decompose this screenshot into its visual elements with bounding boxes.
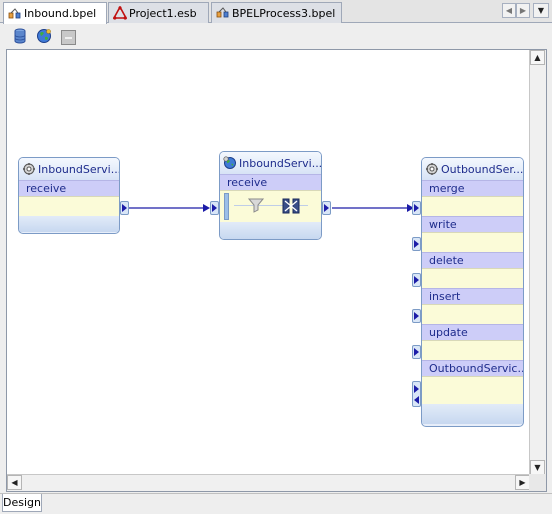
arrow-right-icon: [414, 204, 419, 212]
node-header: OutboundSer...: [422, 158, 523, 180]
rule-selector-bar[interactable]: [224, 193, 229, 220]
operation-body: [422, 304, 523, 324]
tab-inbound-bpel[interactable]: Inbound.bpel: [3, 2, 107, 24]
arrow-right-icon: [414, 276, 419, 284]
tab-label: Inbound.bpel: [24, 7, 97, 20]
arrow-right-icon: [212, 204, 217, 212]
scroll-up-button[interactable]: ▲: [530, 50, 545, 65]
scroll-tabs-left-button[interactable]: ◀: [502, 3, 516, 18]
diagram-canvas[interactable]: InboundServi... receive InboundServi... …: [7, 50, 530, 475]
database-button[interactable]: [11, 28, 29, 46]
transformation-icon[interactable]: [282, 197, 300, 218]
scroll-tabs-right-button[interactable]: ▶: [516, 3, 530, 18]
operation-update[interactable]: update: [422, 324, 523, 340]
node-header: InboundServi...: [19, 158, 119, 180]
operation-body: [422, 268, 523, 288]
scrollbar-corner: [529, 474, 546, 491]
operation-body: [422, 340, 523, 360]
esb-editor-window: Inbound.bpel Project1.esb BPELProcess3.b…: [0, 0, 552, 514]
diagram-toolbar: [0, 24, 552, 49]
bpel-process-icon: [8, 7, 22, 21]
tab-navigation: ◀ ▶ ▼: [502, 3, 549, 18]
arrow-right-icon: [414, 312, 419, 320]
node-footer: [422, 404, 523, 424]
database-icon: [13, 28, 27, 47]
arrow-right-icon: [324, 204, 329, 212]
operation-body: [19, 196, 119, 216]
routing-service-node[interactable]: InboundServi... receive: [219, 151, 322, 240]
operation-outbound-service[interactable]: OutboundServic...: [422, 360, 523, 376]
arrow-right-icon: [414, 240, 419, 248]
web-service-button[interactable]: [35, 28, 53, 46]
vertical-scrollbar[interactable]: ▲ ▼: [529, 50, 546, 475]
tab-list-menu-button[interactable]: ▼: [533, 3, 549, 18]
operation-body: [422, 376, 523, 404]
arrow-right-icon: [414, 384, 419, 393]
esb-project-icon: [113, 6, 127, 20]
tab-design[interactable]: Design: [2, 494, 42, 512]
filter-icon[interactable]: [247, 197, 265, 216]
diagram-canvas-frame: InboundServi... receive InboundServi... …: [6, 49, 547, 492]
gear-service-icon: [22, 162, 36, 176]
scroll-right-button[interactable]: ▶: [515, 475, 530, 490]
connector-arrowhead: [203, 204, 210, 212]
disabled-button[interactable]: [59, 28, 77, 46]
operation-body: [422, 232, 523, 252]
node-footer: [220, 222, 321, 239]
operation-insert[interactable]: insert: [422, 288, 523, 304]
operation-header[interactable]: receive: [19, 180, 119, 196]
operation-delete[interactable]: delete: [422, 252, 523, 268]
arrow-left-icon: ◀: [11, 478, 18, 487]
globe-gear-icon: [223, 156, 237, 170]
scroll-down-button[interactable]: ▼: [530, 460, 545, 475]
tab-label: Project1.esb: [129, 6, 197, 20]
horizontal-scrollbar[interactable]: ◀ ▶: [7, 474, 530, 491]
operation-write[interactable]: write: [422, 216, 523, 232]
editor-tab-bar: Inbound.bpel Project1.esb BPELProcess3.b…: [0, 0, 552, 24]
node-title: InboundServi...: [38, 162, 119, 176]
update-inbound-port[interactable]: [412, 345, 421, 359]
inbound-service-node[interactable]: InboundServi... receive: [18, 157, 120, 234]
inbound-port[interactable]: [210, 201, 219, 215]
disabled-button-icon: [60, 29, 76, 45]
operation-body: [422, 196, 523, 216]
outbound-port[interactable]: [322, 201, 331, 215]
chevron-left-icon: ◀: [505, 6, 513, 15]
globe-icon: [36, 28, 52, 47]
operation-merge[interactable]: merge: [422, 180, 523, 196]
node-header: InboundServi...: [220, 152, 321, 174]
tab-project1-esb[interactable]: Project1.esb: [108, 2, 209, 23]
editor-bottom-tabs: Design: [0, 493, 552, 514]
tab-bpelprocess3-bpel[interactable]: BPELProcess3.bpel: [211, 2, 342, 23]
node-title: OutboundSer...: [441, 162, 523, 176]
outbound-port[interactable]: [120, 201, 129, 215]
insert-inbound-port[interactable]: [412, 309, 421, 323]
delete-inbound-port[interactable]: [412, 273, 421, 287]
write-inbound-port[interactable]: [412, 237, 421, 251]
operation-header[interactable]: receive: [220, 174, 321, 190]
bpel-process-icon: [216, 6, 230, 20]
scroll-left-button[interactable]: ◀: [7, 475, 22, 490]
outbound-service-node[interactable]: OutboundSer... merge write delete insert…: [421, 157, 524, 427]
tab-label: BPELProcess3.bpel: [232, 6, 336, 20]
node-title: InboundServi...: [239, 156, 321, 170]
arrow-right-icon: ▶: [519, 478, 526, 487]
chevron-right-icon: ▶: [519, 6, 527, 15]
tab-label: Design: [3, 496, 41, 509]
arrow-right-icon: [414, 348, 419, 356]
arrow-left-icon: [414, 395, 419, 404]
chevron-down-icon: ▼: [537, 6, 545, 15]
arrow-down-icon: ▼: [534, 463, 541, 472]
arrow-up-icon: ▲: [534, 53, 541, 62]
merge-inbound-port[interactable]: [412, 201, 421, 215]
node-footer: [19, 216, 119, 232]
routing-rule-area: [220, 190, 321, 222]
outbound-service-port[interactable]: [412, 381, 421, 407]
arrow-right-icon: [122, 204, 127, 212]
gear-service-icon: [425, 162, 439, 176]
